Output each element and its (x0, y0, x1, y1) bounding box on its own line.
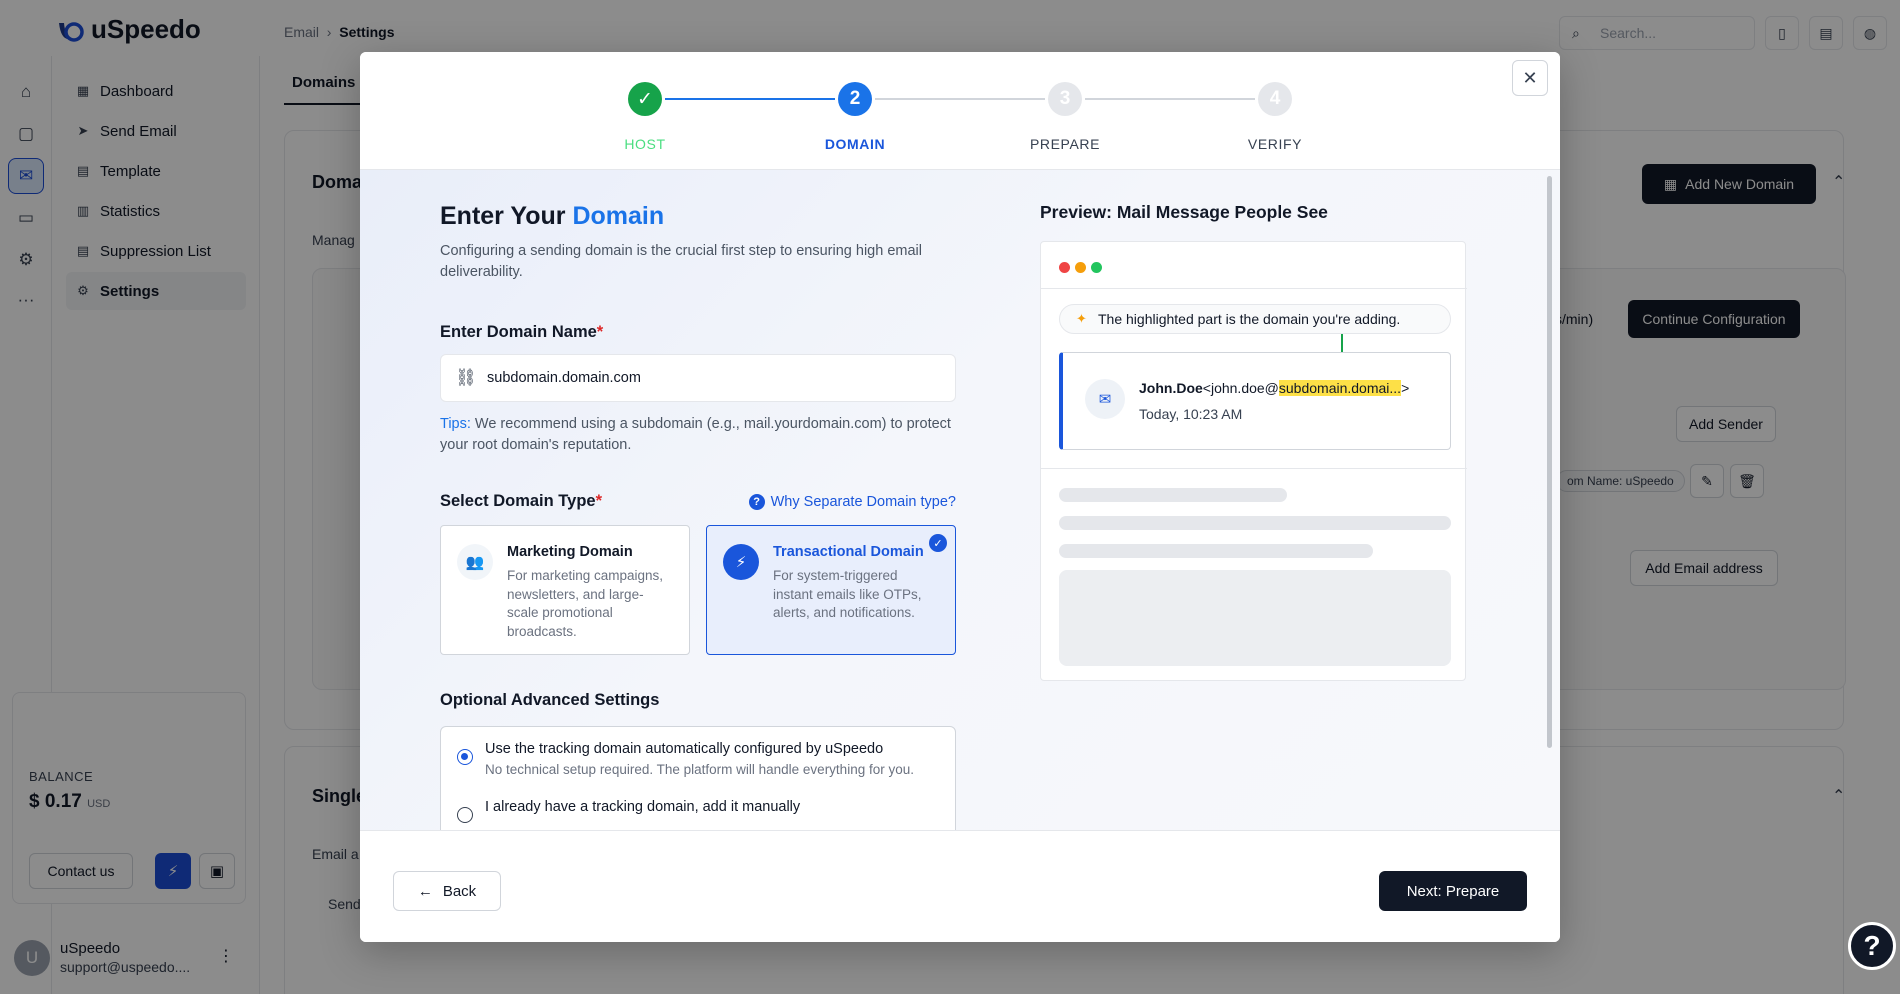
skeleton-block (1059, 570, 1451, 666)
window-dots (1059, 262, 1102, 273)
step-prepare: 3 PREPARE (995, 82, 1135, 152)
back-button[interactable]: ← Back (393, 871, 501, 911)
auto-tracking-label[interactable]: Use the tracking domain automatically co… (485, 741, 883, 757)
preview-title: Preview: Mail Message People See (1040, 202, 1328, 222)
check-circle-icon: ✓ (929, 534, 947, 552)
step-domain: 2 DOMAIN (785, 82, 925, 152)
link-icon: ⛓ (455, 368, 477, 387)
domain-tips: Tips: We recommend using a subdomain (e.… (440, 416, 951, 453)
advanced-settings-box: Use the tracking domain automatically co… (440, 726, 956, 830)
highlighted-domain: subdomain.domai... (1278, 380, 1402, 396)
stepper: ✓ HOST 2 DOMAIN 3 PREPARE 4 VERIFY ✕ (360, 52, 1560, 170)
mail-preview: Preview: Mail Message People See ✦ The hi… (1040, 202, 1467, 681)
help-circle-icon: ? (748, 493, 765, 510)
mail-time: Today, 10:23 AM (1139, 406, 1243, 422)
modal-footer: ← Back Next: Prepare (360, 830, 1560, 942)
scrollbar[interactable] (1547, 176, 1552, 748)
domain-form: Enter Your Domain Configuring a sending … (440, 202, 956, 830)
marketing-domain-card[interactable]: 👥 Marketing Domain For marketing campaig… (440, 525, 690, 655)
question-icon: ? (1863, 930, 1881, 961)
domain-type-header: Select Domain Type* ? Why Separate Domain… (440, 492, 956, 511)
divider (1041, 288, 1467, 289)
preview-hint: ✦ The highlighted part is the domain you'… (1059, 304, 1451, 334)
green-dot (1091, 262, 1102, 273)
manual-tracking-label[interactable]: I already have a tracking domain, add it… (485, 799, 800, 815)
skeleton-line (1059, 544, 1373, 558)
manual-tracking-radio[interactable] (457, 807, 473, 823)
yellow-dot (1075, 262, 1086, 273)
close-icon: ✕ (1522, 67, 1538, 88)
domain-name-input[interactable]: ⛓ subdomain.domain.com (440, 354, 956, 402)
arrow-left-icon: ← (417, 882, 433, 900)
preview-window: ✦ The highlighted part is the domain you'… (1040, 241, 1467, 681)
add-domain-modal: ✓ HOST 2 DOMAIN 3 PREPARE 4 VERIFY ✕ Ent… (360, 52, 1560, 942)
skeleton-line (1059, 516, 1451, 530)
bolt-icon: ⚡ (723, 544, 759, 580)
domain-type-label: Select Domain Type* (440, 492, 602, 510)
page-title: Enter Your Domain (440, 202, 665, 230)
transactional-domain-card[interactable]: ⚡ Transactional Domain For system-trigge… (706, 525, 956, 655)
next-prepare-button[interactable]: Next: Prepare (1379, 871, 1527, 911)
domain-type-options: 👥 Marketing Domain For marketing campaig… (440, 525, 956, 655)
close-button[interactable]: ✕ (1512, 60, 1548, 96)
check-icon: ✓ (628, 82, 662, 116)
step-host: ✓ HOST (575, 82, 715, 152)
users-icon: 👥 (457, 544, 493, 580)
skeleton-line (1059, 488, 1287, 502)
mail-sender: John.Doe<john.doe@subdomain.domai...> (1139, 380, 1410, 396)
step-verify: 4 VERIFY (1205, 82, 1345, 152)
modal-body: Enter Your Domain Configuring a sending … (360, 170, 1560, 830)
divider (1041, 468, 1467, 469)
help-button[interactable]: ? (1848, 922, 1896, 970)
mail-icon: ✉ (1085, 379, 1125, 419)
red-dot (1059, 262, 1070, 273)
advanced-settings-label: Optional Advanced Settings (440, 691, 660, 709)
domain-name-label: Enter Domain Name* (440, 323, 604, 341)
auto-tracking-radio[interactable] (457, 749, 473, 765)
mail-item: ✉ John.Doe<john.doe@subdomain.domai...> … (1059, 352, 1451, 450)
why-separate-link[interactable]: ? Why Separate Domain type? (748, 493, 956, 510)
page-subtitle: Configuring a sending domain is the cruc… (440, 243, 922, 280)
auto-tracking-desc: No technical setup required. The platfor… (485, 762, 914, 777)
sparkle-icon: ✦ (1076, 311, 1087, 326)
